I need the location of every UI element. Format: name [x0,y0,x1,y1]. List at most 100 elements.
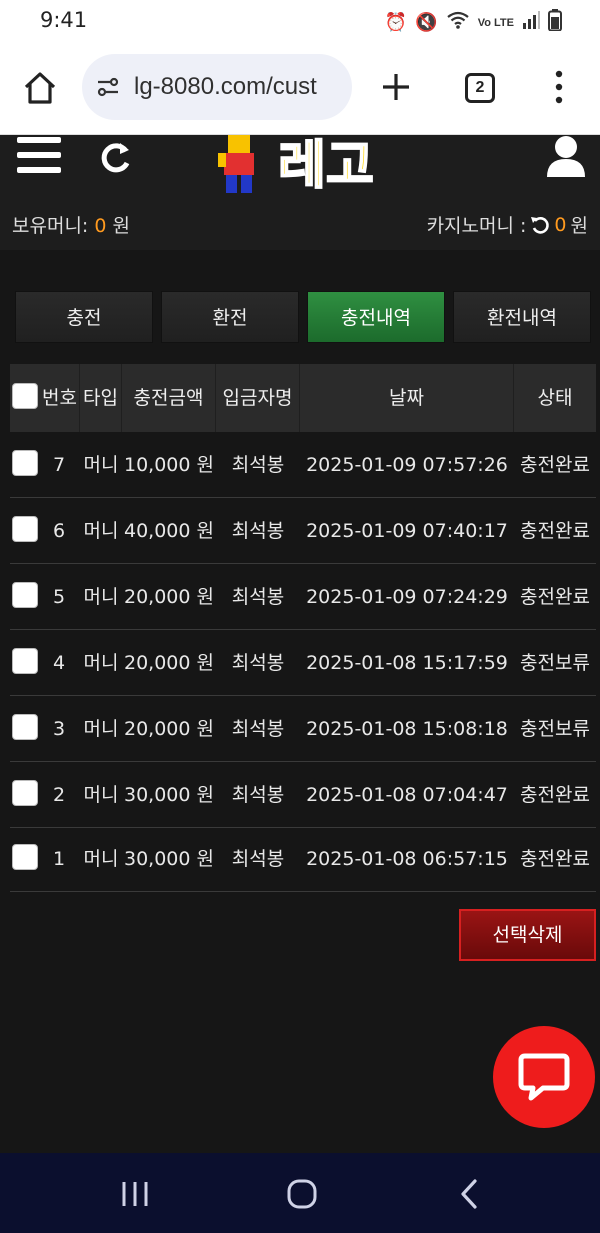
tab-deposit-history[interactable]: 충전내역 [307,291,445,343]
row-type: 머니 [83,718,119,740]
row-number: 1 [52,848,66,870]
row-number: 5 [52,586,66,608]
table-row: 2 머니 30,000 원 최석봉 2025-01-08 07:04:47 충전… [10,762,596,828]
row-date: 2025-01-09 07:40:17 [306,520,508,542]
casino-unit: 원 [570,215,588,237]
row-amount: 30,000 원 [123,784,214,806]
row-date: 2025-01-09 07:57:26 [306,454,508,476]
casino-label: 카지노머니 : [426,215,527,237]
refresh-icon[interactable] [96,139,134,177]
select-all-checkbox[interactable] [12,383,38,409]
row-type: 머니 [83,454,119,476]
address-bar[interactable]: lg-8080.com/cust [82,54,352,120]
row-checkbox[interactable] [12,516,38,542]
row-depositor: 최석봉 [231,454,285,476]
hamburger-menu-icon[interactable] [17,137,61,177]
row-amount: 30,000 원 [123,848,214,870]
col-date: 날짜 [300,364,514,432]
row-status: 충전완료 [520,586,590,608]
status-time: 9:41 [40,8,88,32]
live-chat-button[interactable] [493,1026,595,1128]
user-balance: 보유머니: 0 원 [12,211,130,238]
chat-bubble-icon [518,1053,570,1101]
alarm-icon: ⏰ [384,12,408,33]
signal-icon [522,11,540,35]
home-nav-icon[interactable] [285,1177,319,1211]
status-icons: ⏰ 🔇 Vo LTE [385,9,562,37]
row-type: 머니 [83,652,119,674]
row-depositor: 최석봉 [231,652,285,674]
home-icon[interactable] [22,70,58,106]
row-status: 충전완료 [520,784,590,806]
delete-selected-button[interactable]: 선택삭제 [459,909,596,961]
row-date: 2025-01-08 07:04:47 [306,784,508,806]
row-date: 2025-01-09 07:24:29 [306,586,508,608]
row-number: 6 [52,520,66,542]
row-checkbox[interactable] [12,582,38,608]
row-date: 2025-01-08 15:17:59 [306,652,508,674]
site-header: 레고 보유머니: 0 원 카지노머니 : 0 원 [0,135,600,250]
row-amount: 40,000 원 [123,520,214,542]
tab-withdraw-history[interactable]: 환전내역 [453,291,591,343]
url-text[interactable]: lg-8080.com/cust [134,73,317,101]
row-type: 머니 [83,586,119,608]
site-logo[interactable]: 레고 [214,135,388,193]
row-date: 2025-01-08 15:08:18 [306,718,508,740]
row-number: 2 [52,784,66,806]
row-depositor: 최석봉 [231,848,285,870]
row-status: 충전완료 [520,848,590,870]
user-icon[interactable] [544,135,588,177]
row-number: 4 [52,652,66,674]
row-type: 머니 [83,520,119,542]
reload-balance-icon[interactable] [530,215,550,235]
table-row: 3 머니 20,000 원 최석봉 2025-01-08 15:08:18 충전… [10,696,596,762]
logo-text: 레고 [278,136,374,193]
row-checkbox[interactable] [12,450,38,476]
row-checkbox[interactable] [12,648,38,674]
system-nav-bar [0,1153,600,1233]
balance-label: 보유머니: [12,215,89,237]
back-nav-icon[interactable] [453,1177,487,1211]
row-status: 충전완료 [520,520,590,542]
col-type: 타입 [80,364,122,432]
row-checkbox[interactable] [12,844,38,870]
tab-switcher-button[interactable]: 2 [465,73,495,103]
col-amount: 충전금액 [122,364,216,432]
col-status: 상태 [537,387,573,409]
row-depositor: 최석봉 [231,520,285,542]
table-row: 1 머니 30,000 원 최석봉 2025-01-08 06:57:15 충전… [10,826,596,892]
row-number: 3 [52,718,66,740]
site-settings-icon[interactable] [96,75,120,99]
row-amount: 20,000 원 [123,586,214,608]
recent-apps-icon[interactable] [118,1177,152,1211]
wifi-icon [446,10,470,36]
new-tab-icon[interactable] [380,71,412,103]
mute-icon: 🔇 [415,12,438,33]
tab-deposit[interactable]: 충전 [15,291,153,343]
row-checkbox[interactable] [12,714,38,740]
battery-icon [548,9,562,37]
row-type: 머니 [83,784,119,806]
table-row: 5 머니 20,000 원 최석봉 2025-01-09 07:24:29 충전… [10,564,596,630]
balance-unit: 원 [112,215,130,237]
wallet-tabs: 충전 환전 충전내역 환전내역 [15,291,591,343]
volte-icon: Vo LTE [477,17,514,29]
table-header: 번호 타입 충전금액 입금자명 날짜 상태 [10,364,596,432]
more-menu-icon[interactable] [549,69,569,105]
row-status: 충전보류 [520,718,590,740]
row-checkbox[interactable] [12,780,38,806]
row-amount: 20,000 원 [123,718,214,740]
status-bar: 9:41 ⏰ 🔇 Vo LTE [0,0,600,40]
casino-balance: 카지노머니 : 0 원 [427,211,588,238]
tab-withdraw[interactable]: 환전 [161,291,299,343]
row-date: 2025-01-08 06:57:15 [306,848,508,870]
browser-toolbar: lg-8080.com/cust 2 [0,40,600,135]
row-depositor: 최석봉 [231,586,285,608]
row-amount: 20,000 원 [123,652,214,674]
row-type: 머니 [83,848,119,870]
table-row: 7 머니 10,000 원 최석봉 2025-01-09 07:57:26 충전… [10,432,596,498]
balance-value: 0 [94,215,107,237]
row-status: 충전보류 [520,652,590,674]
row-number: 7 [52,454,66,476]
row-status: 충전완료 [520,454,590,476]
